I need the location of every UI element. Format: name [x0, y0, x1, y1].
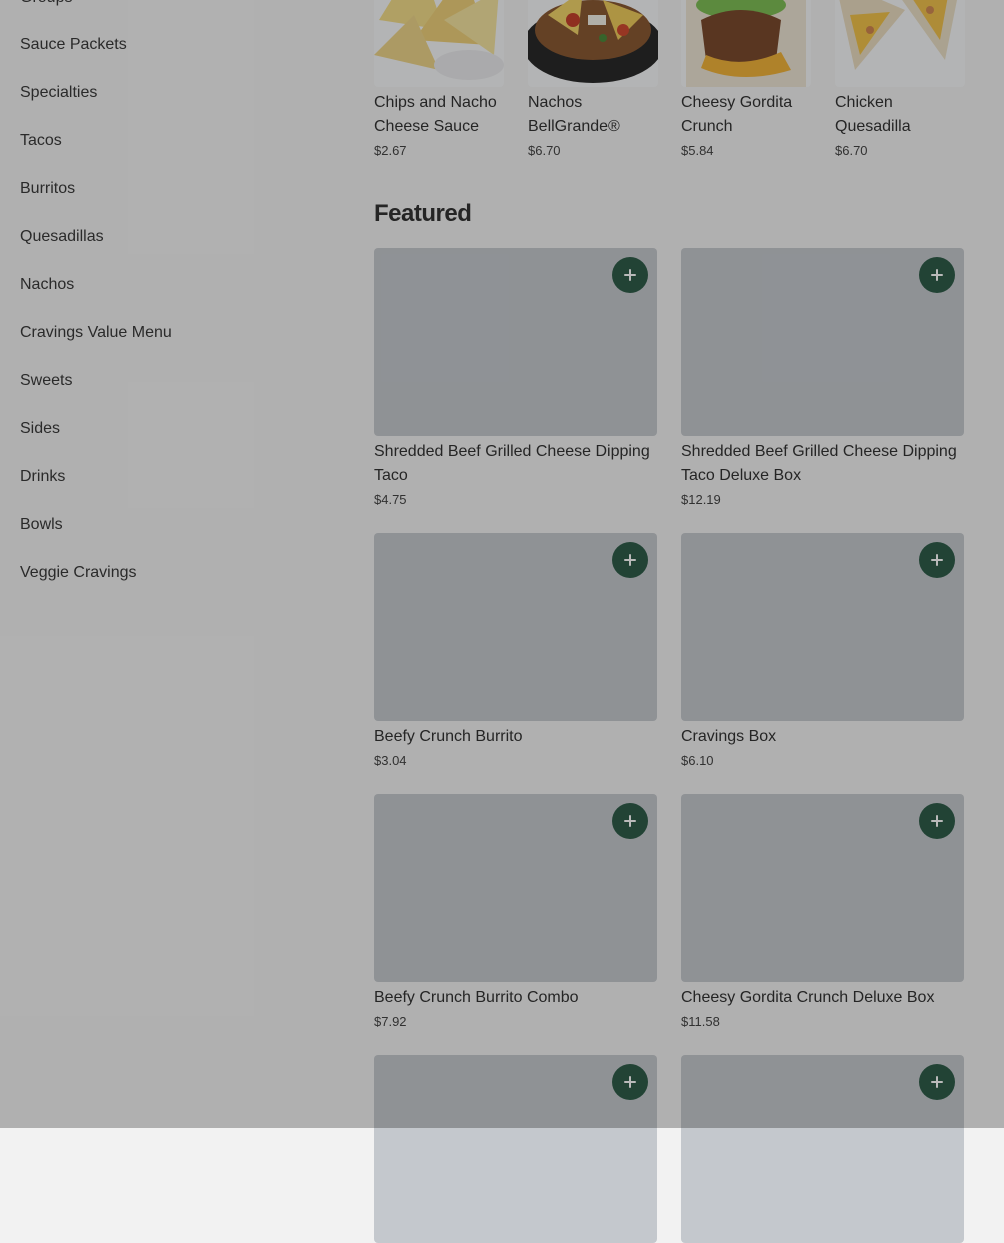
sidebar-item-drinks[interactable]: Drinks	[20, 465, 65, 489]
sidebar-item-tacos[interactable]: Tacos	[20, 129, 62, 153]
featured-item-name[interactable]: Beefy Crunch Burrito Combo	[374, 986, 657, 1010]
menu-item-name[interactable]: Nachos BellGrande®	[528, 91, 658, 139]
menu-item-price: $2.67	[374, 143, 407, 158]
add-to-cart-button[interactable]	[612, 1064, 648, 1100]
add-to-cart-button[interactable]	[612, 542, 648, 578]
chips-and-nacho-cheese-image[interactable]	[374, 0, 504, 87]
featured-item-price: $6.10	[681, 753, 714, 768]
featured-item-name[interactable]: Shredded Beef Grilled Cheese Dipping Tac…	[681, 440, 964, 488]
featured-item-name[interactable]: Cravings Box	[681, 725, 964, 749]
menu-item-price: $6.70	[528, 143, 561, 158]
menu-item-name[interactable]: Cheesy Gordita Crunch	[681, 91, 811, 139]
add-to-cart-button[interactable]	[919, 542, 955, 578]
sidebar-item-veggie-cravings[interactable]: Veggie Cravings	[20, 561, 137, 585]
chips-illustration	[374, 0, 504, 87]
add-to-cart-button[interactable]	[612, 803, 648, 839]
sidebar-item-groups[interactable]: Groups	[20, 0, 72, 10]
sidebar-item-bowls[interactable]: Bowls	[20, 513, 63, 537]
sidebar-item-sweets[interactable]: Sweets	[20, 369, 72, 393]
menu-item-price: $6.70	[835, 143, 868, 158]
featured-item-name[interactable]: Shredded Beef Grilled Cheese Dipping Tac…	[374, 440, 657, 488]
quesadilla-illustration	[835, 0, 965, 87]
add-to-cart-button[interactable]	[919, 1064, 955, 1100]
sidebar-item-sides[interactable]: Sides	[20, 417, 60, 441]
menu-item-name[interactable]: Chicken Quesadilla	[835, 91, 965, 139]
cheesy-gordita-crunch-image[interactable]	[681, 0, 811, 87]
featured-item-name[interactable]: Cheesy Gordita Crunch Deluxe Box	[681, 986, 964, 1010]
sidebar-item-specialties[interactable]: Specialties	[20, 81, 97, 105]
featured-item-price: $7.92	[374, 1014, 407, 1029]
category-sidebar: Groups Sauce Packets Specialties Tacos B…	[0, 0, 340, 1128]
chicken-quesadilla-image[interactable]	[835, 0, 965, 87]
featured-item-price: $4.75	[374, 492, 407, 507]
menu-item-name[interactable]: Chips and Nacho Cheese Sauce	[374, 91, 504, 139]
sidebar-item-quesadillas[interactable]: Quesadillas	[20, 225, 104, 249]
featured-item-price: $11.58	[681, 1014, 720, 1029]
nachos-illustration	[528, 0, 658, 87]
featured-item-name[interactable]: Beefy Crunch Burrito	[374, 725, 657, 749]
sidebar-item-sauce-packets[interactable]: Sauce Packets	[20, 33, 127, 57]
featured-item-price: $3.04	[374, 753, 407, 768]
add-to-cart-button[interactable]	[919, 803, 955, 839]
menu-content: Chips and Nacho Cheese Sauce $2.67 Nacho…	[374, 0, 974, 1243]
featured-item-price: $12.19	[681, 492, 721, 507]
menu-item-price: $5.84	[681, 143, 714, 158]
sidebar-item-burritos[interactable]: Burritos	[20, 177, 75, 201]
nachos-bellgrande-image[interactable]	[528, 0, 658, 87]
add-to-cart-button[interactable]	[612, 257, 648, 293]
gordita-illustration	[681, 0, 811, 87]
sidebar-item-cravings-value-menu[interactable]: Cravings Value Menu	[20, 321, 172, 345]
menu-page: Groups Sauce Packets Specialties Tacos B…	[0, 0, 1004, 1243]
featured-section-title: Featured	[374, 200, 472, 227]
add-to-cart-button[interactable]	[919, 257, 955, 293]
sidebar-item-nachos[interactable]: Nachos	[20, 273, 74, 297]
